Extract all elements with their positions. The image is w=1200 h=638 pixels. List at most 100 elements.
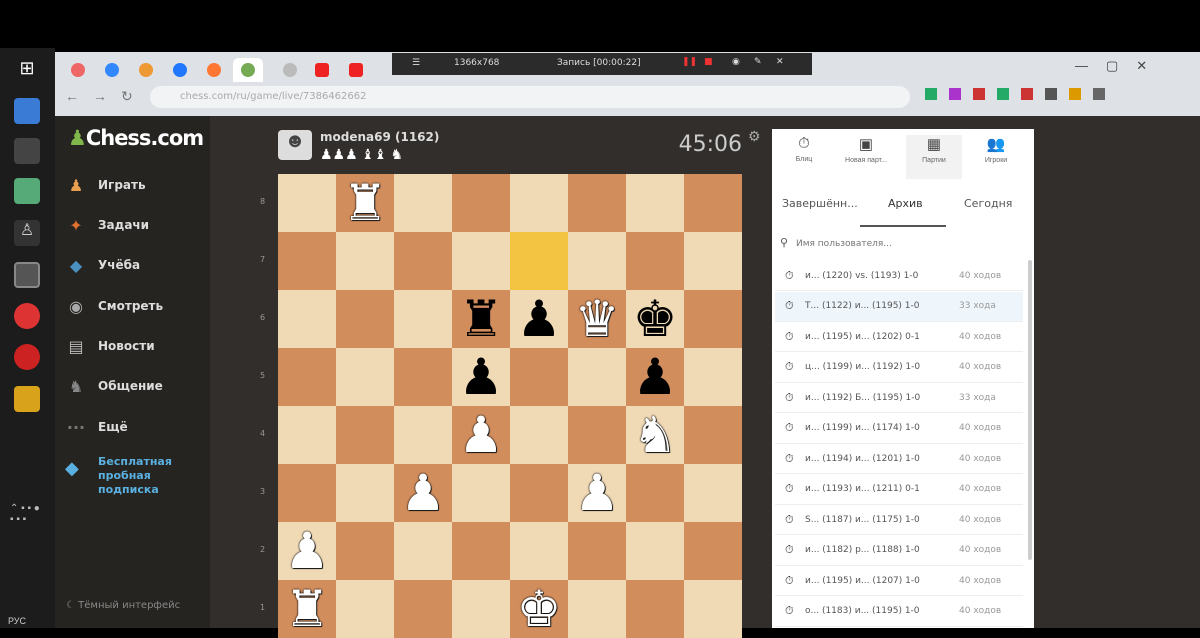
free-trial-link[interactable]: Бесплатная пробная подписка bbox=[98, 455, 193, 497]
board-square[interactable] bbox=[510, 464, 568, 522]
browser-tab[interactable] bbox=[97, 58, 127, 82]
board-square[interactable] bbox=[568, 522, 626, 580]
board-square[interactable] bbox=[394, 522, 452, 580]
subtab-finished[interactable]: Завершённ... bbox=[782, 197, 858, 210]
opponent-name[interactable]: modena69 (1162) bbox=[320, 130, 439, 144]
board-square[interactable]: ♟ bbox=[510, 290, 568, 348]
chrome-icon[interactable] bbox=[14, 262, 40, 288]
list-item[interactable]: ⏱ ц... (1199) и... (1192) 1-0 40 ходов bbox=[775, 353, 1023, 383]
black-rook-piece[interactable]: ♜ bbox=[459, 294, 504, 344]
board-square[interactable] bbox=[626, 580, 684, 638]
board-square[interactable] bbox=[684, 522, 742, 580]
browser-tab[interactable] bbox=[63, 58, 93, 82]
language-indicator[interactable]: РУС bbox=[8, 616, 26, 626]
board-square[interactable] bbox=[510, 522, 568, 580]
board-square[interactable]: ♛ bbox=[568, 290, 626, 348]
board-square[interactable] bbox=[626, 464, 684, 522]
board-square[interactable]: ♟ bbox=[452, 348, 510, 406]
sidebar-item-5[interactable]: ♞ Общение bbox=[64, 373, 163, 399]
list-item[interactable]: ⏱ и... (1194) и... (1201) 1-0 40 ходов bbox=[775, 444, 1023, 474]
board-square[interactable]: 4 bbox=[260, 406, 336, 464]
list-item[interactable]: ⏱ и... (1195) и... (1207) 1-0 40 ходов bbox=[775, 566, 1023, 596]
board-square[interactable]: 6 bbox=[260, 290, 336, 348]
sidebar-item-2[interactable]: ◆ Учёба bbox=[64, 252, 140, 278]
board-square[interactable] bbox=[510, 406, 568, 464]
sidebar-item-4[interactable]: ▤ Новости bbox=[64, 333, 154, 359]
board-square[interactable] bbox=[336, 348, 394, 406]
board-square[interactable] bbox=[568, 580, 626, 638]
board-square[interactable]: ♟ bbox=[452, 406, 510, 464]
close-icon[interactable]: ✕ bbox=[776, 57, 784, 67]
chess-app-icon[interactable]: ♙ bbox=[14, 220, 40, 246]
board-square[interactable] bbox=[336, 464, 394, 522]
white-rook-piece[interactable]: ♜ bbox=[285, 584, 330, 634]
white-rook-piece[interactable]: ♜ bbox=[343, 178, 388, 228]
browser-tab[interactable] bbox=[275, 58, 305, 82]
board-square[interactable] bbox=[510, 348, 568, 406]
board-square[interactable]: 8 bbox=[260, 174, 336, 232]
board-square[interactable]: 1 ♜ bbox=[260, 580, 336, 638]
chess-com-logo[interactable]: ♟Chess.com bbox=[68, 126, 204, 150]
board-square[interactable] bbox=[626, 232, 684, 290]
app-icon[interactable] bbox=[14, 98, 40, 124]
sidebar-item-6[interactable]: ··· Ещё bbox=[64, 414, 128, 440]
board-square[interactable] bbox=[336, 580, 394, 638]
board-square[interactable] bbox=[394, 580, 452, 638]
board-square[interactable]: ♞ bbox=[626, 406, 684, 464]
board-square[interactable]: 7 bbox=[260, 232, 336, 290]
board-square[interactable] bbox=[394, 232, 452, 290]
white-king-piece[interactable]: ♚ bbox=[517, 584, 562, 634]
subtab-today[interactable]: Сегодня bbox=[964, 197, 1012, 210]
browser-tab[interactable] bbox=[131, 58, 161, 82]
board-square[interactable] bbox=[684, 290, 742, 348]
list-item[interactable]: ⏱ и... (1192) Б... (1195) 1-0 33 хода bbox=[775, 383, 1023, 413]
board-square[interactable]: ♟ bbox=[568, 464, 626, 522]
subtab-archive[interactable]: Архив bbox=[888, 197, 923, 210]
board-square[interactable] bbox=[568, 348, 626, 406]
black-pawn-piece[interactable]: ♟ bbox=[459, 352, 504, 402]
board-square[interactable] bbox=[684, 232, 742, 290]
board-square[interactable]: ♜ bbox=[336, 174, 394, 232]
board-square[interactable] bbox=[568, 174, 626, 232]
browser-tab[interactable] bbox=[341, 58, 371, 82]
board-square[interactable] bbox=[510, 232, 568, 290]
board-square[interactable] bbox=[452, 580, 510, 638]
board-square[interactable]: 5 bbox=[260, 348, 336, 406]
board-square[interactable] bbox=[336, 522, 394, 580]
board-square[interactable] bbox=[336, 290, 394, 348]
windows-start-icon[interactable]: ⊞ bbox=[14, 58, 40, 84]
board-square[interactable] bbox=[684, 464, 742, 522]
board-square[interactable] bbox=[684, 580, 742, 638]
list-item[interactable]: ⏱ S... (1187) и... (1175) 1-0 40 ходов bbox=[775, 505, 1023, 535]
folder-icon[interactable] bbox=[14, 386, 40, 412]
window-controls[interactable]: —▢✕ bbox=[1075, 58, 1165, 74]
list-item[interactable]: ⏱ и... (1193) и... (1211) 0-1 40 ходов bbox=[775, 475, 1023, 505]
board-square[interactable]: ♚ bbox=[626, 290, 684, 348]
tab-games[interactable]: ▦ Партии bbox=[906, 135, 962, 179]
pen-icon[interactable]: ✎ bbox=[754, 57, 762, 67]
board-square[interactable] bbox=[568, 406, 626, 464]
browser-tab-active[interactable] bbox=[233, 58, 263, 82]
app-icon[interactable] bbox=[14, 138, 40, 164]
board-square[interactable]: ♟ bbox=[626, 348, 684, 406]
board-square[interactable] bbox=[626, 174, 684, 232]
board-square[interactable] bbox=[336, 232, 394, 290]
settings-gear-icon[interactable]: ⚙ bbox=[748, 128, 764, 144]
board-square[interactable] bbox=[452, 464, 510, 522]
board-square[interactable] bbox=[684, 348, 742, 406]
board-square[interactable] bbox=[394, 348, 452, 406]
board-square[interactable] bbox=[684, 174, 742, 232]
opponent-avatar[interactable]: ☻ bbox=[278, 130, 312, 160]
sidebar-item-0[interactable]: ♟ Играть bbox=[64, 172, 146, 198]
dark-theme-toggle[interactable]: ☾ Тёмный интерфейс bbox=[66, 600, 180, 611]
screen-recorder-bar[interactable]: ☰ 1366x768 Запись [00:00:22] ❚❚ ■ ◉ ✎ ✕ bbox=[392, 53, 812, 75]
board-square[interactable] bbox=[336, 406, 394, 464]
chess-board[interactable]: 8 ♜ 7 6 ♜ ♟ ♛ ♚ 5 ♟ ♟ 4 ♟ ♞ 3 ♟ ♟ 2 ♟ 1 ♜ ♚ bbox=[260, 174, 742, 638]
extensions-bar[interactable] bbox=[925, 88, 1195, 108]
app-icon[interactable] bbox=[14, 178, 40, 204]
board-square[interactable] bbox=[568, 232, 626, 290]
sidebar-item-1[interactable]: ✦ Задачи bbox=[64, 212, 149, 238]
username-search-input[interactable] bbox=[796, 235, 1036, 253]
board-square[interactable] bbox=[452, 232, 510, 290]
white-pawn-piece[interactable]: ♟ bbox=[285, 526, 330, 576]
